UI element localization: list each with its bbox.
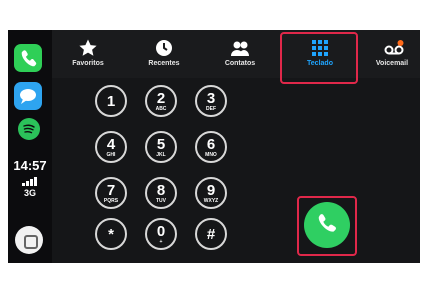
key-digit: *: [108, 226, 114, 243]
clock-time: 14:57: [13, 158, 47, 173]
keypad-key-8[interactable]: 8 TUV: [145, 177, 177, 209]
star-icon: [79, 39, 97, 56]
keypad-key-9[interactable]: 9 WXYZ: [195, 177, 227, 209]
signal-icon: [18, 176, 40, 186]
network-type: 3G: [23, 188, 36, 198]
key-digit: 5: [156, 136, 166, 153]
key-digit: #: [206, 226, 216, 243]
spotify-app-icon[interactable]: [18, 118, 40, 140]
key-digit: 9: [206, 182, 216, 199]
keypad-tab-highlight: [280, 32, 358, 84]
keypad-key-3[interactable]: 3 DEF: [195, 85, 227, 117]
tab-label: Contatos: [224, 60, 256, 67]
keypad-key-hash[interactable]: #: [195, 218, 227, 250]
tab-voicemail[interactable]: Voicemail: [364, 30, 420, 78]
phone-app-icon[interactable]: [14, 44, 42, 72]
keypad-key-7[interactable]: 7 PQRS: [95, 177, 127, 209]
tab-label: Recentes: [148, 60, 180, 67]
key-digit: 7: [106, 182, 116, 199]
key-letters: +: [159, 239, 163, 245]
keypad-key-4[interactable]: 4 GHI: [95, 131, 127, 163]
key-digit: 1: [106, 93, 116, 110]
key-digit: 3: [206, 90, 216, 107]
tab-bar: Favoritos Recentes Contatos Teclado Voic…: [52, 30, 420, 78]
key-digit: 0: [156, 223, 166, 240]
keypad-key-2[interactable]: 2 ABC: [145, 85, 177, 117]
keypad-key-6[interactable]: 6 MNO: [195, 131, 227, 163]
app-rail: 14:57 3G: [8, 30, 52, 263]
keypad-key-1[interactable]: 1: [95, 85, 127, 117]
key-letters: JKL: [156, 152, 166, 158]
keypad-key-star[interactable]: *: [95, 218, 127, 250]
tab-favorites[interactable]: Favoritos: [52, 30, 124, 78]
messages-app-icon[interactable]: [14, 82, 42, 110]
tab-recents[interactable]: Recentes: [128, 30, 200, 78]
key-letters: WXYZ: [203, 198, 219, 204]
call-button-highlight: [297, 196, 357, 256]
tab-label: Favoritos: [72, 60, 104, 67]
key-letters: ABC: [155, 106, 167, 112]
tab-label: Voicemail: [375, 60, 409, 67]
clock-icon: [156, 40, 172, 56]
carplay-screen: 14:57 3G Favoritos Recentes Contatos Tec…: [8, 30, 420, 263]
key-letters: MNO: [205, 152, 217, 158]
tab-contacts[interactable]: Contatos: [204, 30, 276, 78]
contacts-icon: [231, 41, 249, 56]
keypad-key-5[interactable]: 5 JKL: [145, 131, 177, 163]
key-letters: DEF: [206, 106, 216, 112]
key-letters: PQRS: [103, 198, 119, 204]
voicemail-icon: [384, 40, 404, 55]
key-digit: 2: [156, 90, 166, 107]
home-button[interactable]: [15, 226, 43, 254]
key-digit: 6: [206, 136, 216, 153]
key-letters: GHI: [106, 152, 116, 158]
key-digit: 4: [106, 136, 116, 153]
key-digit: 8: [156, 182, 166, 199]
keypad-key-0[interactable]: 0 +: [145, 218, 177, 250]
key-letters: TUV: [156, 198, 166, 204]
